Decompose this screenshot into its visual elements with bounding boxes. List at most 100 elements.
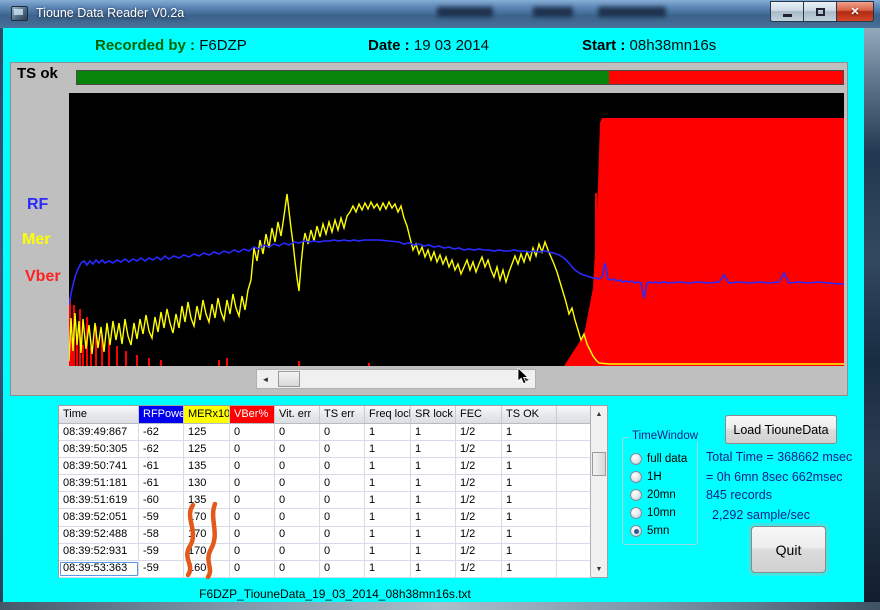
table-cell: 0 xyxy=(275,544,320,560)
table-cell: 0 xyxy=(230,509,275,525)
scroll-thumb[interactable] xyxy=(278,371,300,387)
table-row[interactable]: 08:39:49:867-62125000111/21 xyxy=(59,424,591,441)
time-window-option-5mn[interactable]: 5mn xyxy=(630,524,669,538)
table-row[interactable]: 08:39:52:051-59170000111/21 xyxy=(59,509,591,526)
radio-label: 5mn xyxy=(647,525,669,537)
table-cell: 1 xyxy=(502,458,557,474)
close-button[interactable]: ✕ xyxy=(836,1,874,22)
window-controls: ✕ xyxy=(770,1,874,22)
table-cell: 1/2 xyxy=(456,561,502,577)
table-body: 08:39:49:867-62125000111/2108:39:50:305-… xyxy=(59,424,591,578)
column-header[interactable]: Vit. err xyxy=(275,406,320,423)
table-cell: 08:39:51:181 xyxy=(59,475,139,491)
table-cell: 0 xyxy=(320,458,365,474)
table-cell: 1 xyxy=(411,424,456,440)
loaded-filename: F6DZP_TiouneData_19_03_2014_08h38mn16s.t… xyxy=(60,587,610,601)
quit-button[interactable]: Quit xyxy=(751,526,826,573)
table-cell: 1 xyxy=(365,527,411,543)
scroll-up-arrow-icon[interactable]: ▲ xyxy=(591,406,607,422)
table-row[interactable]: 08:39:50:305-62125000111/21 xyxy=(59,441,591,458)
table-cell: 170 xyxy=(184,509,230,525)
table-cell: 0 xyxy=(275,509,320,525)
time-window-option-1H[interactable]: 1H xyxy=(630,470,662,484)
table-cell: 0 xyxy=(230,475,275,491)
app-window: Tioune Data Reader V0.2a ✕ Recorded by :… xyxy=(0,0,880,610)
table-row[interactable]: 08:39:52:488-58170000111/21 xyxy=(59,527,591,544)
table-cell: 1 xyxy=(502,475,557,491)
table-cell: 0 xyxy=(275,527,320,543)
table-row[interactable]: 08:39:53:363-59160000111/21 xyxy=(59,561,591,578)
table-cell: 1/2 xyxy=(456,492,502,508)
table-cell: 0 xyxy=(275,475,320,491)
scroll-down-arrow-icon[interactable]: ▼ xyxy=(591,561,607,577)
load-tiounedata-button[interactable]: Load TiouneData xyxy=(725,415,837,444)
redacted-text xyxy=(598,7,666,17)
table-vscrollbar[interactable]: ▲ ▼ xyxy=(590,406,607,577)
column-header[interactable]: FEC xyxy=(456,406,502,423)
scroll-thumb[interactable] xyxy=(592,452,606,476)
title-bar[interactable]: Tioune Data Reader V0.2a ✕ xyxy=(0,0,880,28)
column-header[interactable]: VBer% xyxy=(230,406,275,423)
radio-icon[interactable] xyxy=(630,489,642,501)
radio-label: 1H xyxy=(647,471,662,483)
table-cell: 160 xyxy=(184,561,230,577)
table-row[interactable]: 08:39:50:741-61135000111/21 xyxy=(59,458,591,475)
time-window-option-10mn[interactable]: 10mn xyxy=(630,506,676,520)
redacted-text xyxy=(437,7,493,17)
recorded-by-label: Recorded by : xyxy=(95,37,195,54)
radio-selected-icon[interactable] xyxy=(630,525,642,537)
time-window-option-full-data[interactable]: full data xyxy=(630,452,687,466)
table-cell: 1 xyxy=(365,561,411,577)
table-cell: -58 xyxy=(139,527,184,543)
table-cell: -59 xyxy=(139,509,184,525)
table-cell: 1 xyxy=(411,441,456,457)
window-border-right xyxy=(864,28,880,602)
maximize-button[interactable] xyxy=(803,1,836,22)
column-header[interactable]: TS OK xyxy=(502,406,557,423)
scroll-left-arrow-icon[interactable]: ◄ xyxy=(257,370,274,388)
table-cell: 08:39:52:488 xyxy=(59,527,139,543)
column-header[interactable]: SR lock xyxy=(411,406,456,423)
date: Date : 19 03 2014 xyxy=(368,37,489,54)
close-icon: ✕ xyxy=(850,5,859,18)
column-header[interactable]: TS err xyxy=(320,406,365,423)
table-cell: 1/2 xyxy=(456,441,502,457)
table-cell: 1 xyxy=(502,424,557,440)
chart-hscrollbar[interactable]: ◄ ► xyxy=(256,369,536,389)
minimize-button[interactable] xyxy=(770,1,803,22)
table-row[interactable]: 08:39:51:619-60135000111/21 xyxy=(59,492,591,509)
table-row[interactable]: 08:39:51:181-61130000111/21 xyxy=(59,475,591,492)
table-row[interactable]: 08:39:52:931-59170000111/21 xyxy=(59,544,591,561)
table-cell: -60 xyxy=(139,492,184,508)
column-header[interactable]: Time xyxy=(59,406,139,423)
table-cell: 1/2 xyxy=(456,527,502,543)
window-border-left xyxy=(0,28,3,610)
table-cell: 135 xyxy=(184,492,230,508)
time-window-group: TimeWindow full data1H20mn10mn5mn xyxy=(622,437,698,545)
radio-icon[interactable] xyxy=(630,471,642,483)
table-cell: 08:39:49:867 xyxy=(59,424,139,440)
radio-icon[interactable] xyxy=(630,453,642,465)
table-cell: -61 xyxy=(139,475,184,491)
column-header[interactable]: RFPower xyxy=(139,406,184,423)
table-cell: 1 xyxy=(502,509,557,525)
table-cell: 1 xyxy=(365,544,411,560)
table-cell: -59 xyxy=(139,561,184,577)
radio-icon[interactable] xyxy=(630,507,642,519)
table-cell: 08:39:50:305 xyxy=(59,441,139,457)
table-cell: 1 xyxy=(411,509,456,525)
table-cell: 1 xyxy=(502,441,557,457)
table-cell: 1 xyxy=(411,458,456,474)
column-header[interactable]: Freq lock xyxy=(365,406,411,423)
table-header: TimeRFPowerMERx10VBer%Vit. errTS errFreq… xyxy=(59,406,607,424)
app-icon xyxy=(11,6,28,21)
table-cell: 0 xyxy=(320,475,365,491)
table-cell: 1 xyxy=(365,492,411,508)
table-cell: 1 xyxy=(365,441,411,457)
table-cell: 1 xyxy=(411,544,456,560)
start-label: Start : xyxy=(582,37,625,54)
table-cell: 0 xyxy=(230,527,275,543)
time-window-option-20mn[interactable]: 20mn xyxy=(630,488,676,502)
column-header[interactable]: MERx10 xyxy=(184,406,230,423)
table-cell: 1 xyxy=(365,475,411,491)
